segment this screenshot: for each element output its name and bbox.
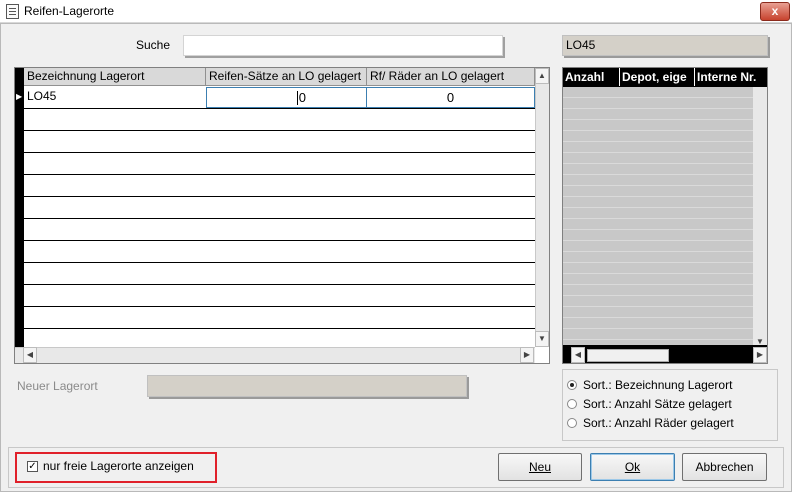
window-title: Reifen-Lagerorte [24,4,115,18]
scroll-left-icon[interactable]: ◀ [571,347,585,363]
detail-horizontal-scrollbar[interactable]: ◀ ▶ [563,347,767,363]
storage-location-grid[interactable]: ▶ Bezeichnung Lagerort Reifen-Sätze an L… [14,67,550,364]
scroll-up-icon[interactable]: ▲ [535,68,549,84]
scroll-left-icon[interactable]: ◀ [23,347,37,363]
radio-selected-icon[interactable] [567,380,577,390]
grid-row-line [24,240,535,241]
cancel-button[interactable]: Abbrechen [682,453,767,481]
grid-row-line [24,306,535,307]
new-location-label: Neuer Lagerort [17,379,98,393]
free-locations-checkbox[interactable]: ✓ [27,461,38,472]
grid-row-line [24,262,535,263]
detail-column-header-count[interactable]: Anzahl [563,68,620,86]
close-button[interactable]: x [760,2,790,21]
detail-vertical-scrollbar[interactable]: ▼ [753,87,767,346]
search-input[interactable] [183,35,503,56]
grid-horizontal-scrollbar[interactable]: ◀ ▶ [15,347,535,363]
grid-row-line [24,218,535,219]
grid-row-line [24,328,535,329]
cell-sets-count[interactable]: 0 [206,87,367,108]
radio-icon[interactable] [567,399,577,409]
scroll-down-icon[interactable]: ▼ [756,337,764,346]
selected-location-field: LO45 [562,35,768,56]
current-row-arrow-icon: ▶ [16,92,23,101]
grid-row-line [24,130,535,131]
scroll-right-icon[interactable]: ▶ [753,347,767,363]
scroll-down-icon[interactable]: ▼ [535,331,549,347]
scroll-thumb[interactable] [587,349,669,362]
free-locations-label[interactable]: nur freie Lagerorte anzeigen [43,459,194,473]
app-icon [6,4,19,19]
grid-row-line [24,174,535,175]
grid-vertical-scrollbar[interactable]: ▲ ▼ [535,68,549,347]
new-location-input[interactable] [147,375,467,397]
detail-column-header-depot[interactable]: Depot, eige [620,68,695,86]
cell-location-name[interactable]: LO45 [24,87,206,108]
grid-row-line [24,196,535,197]
detail-grid-body [563,87,767,345]
row-indicator-column [15,68,24,347]
grid-row-line [24,284,535,285]
cell-wheels-count[interactable]: 0 [367,87,535,108]
new-button[interactable]: Neu [498,453,582,481]
grid-row-line [24,152,535,153]
radio-icon[interactable] [567,418,577,428]
detail-column-header-internal-no[interactable]: Interne Nr. [695,68,767,86]
sort-options-group: Sort.: Bezeichnung Lagerort Sort.: Anzah… [562,369,778,441]
ok-button[interactable]: Ok [590,453,675,481]
location-detail-grid[interactable]: Anzahl Depot, eige Interne Nr. ▼ ◀ ▶ [562,67,768,364]
title-bar: Reifen-Lagerorte x [0,0,792,23]
search-label: Suche [136,38,171,52]
column-header-wheels[interactable]: Rf/ Räder an LO gelagert [367,68,535,86]
text-cursor [297,91,298,105]
grid-row-line [24,108,535,109]
scroll-right-icon[interactable]: ▶ [520,347,534,363]
column-header-sets[interactable]: Reifen-Sätze an LO gelagert [206,68,367,86]
column-header-name[interactable]: Bezeichnung Lagerort [24,68,206,86]
